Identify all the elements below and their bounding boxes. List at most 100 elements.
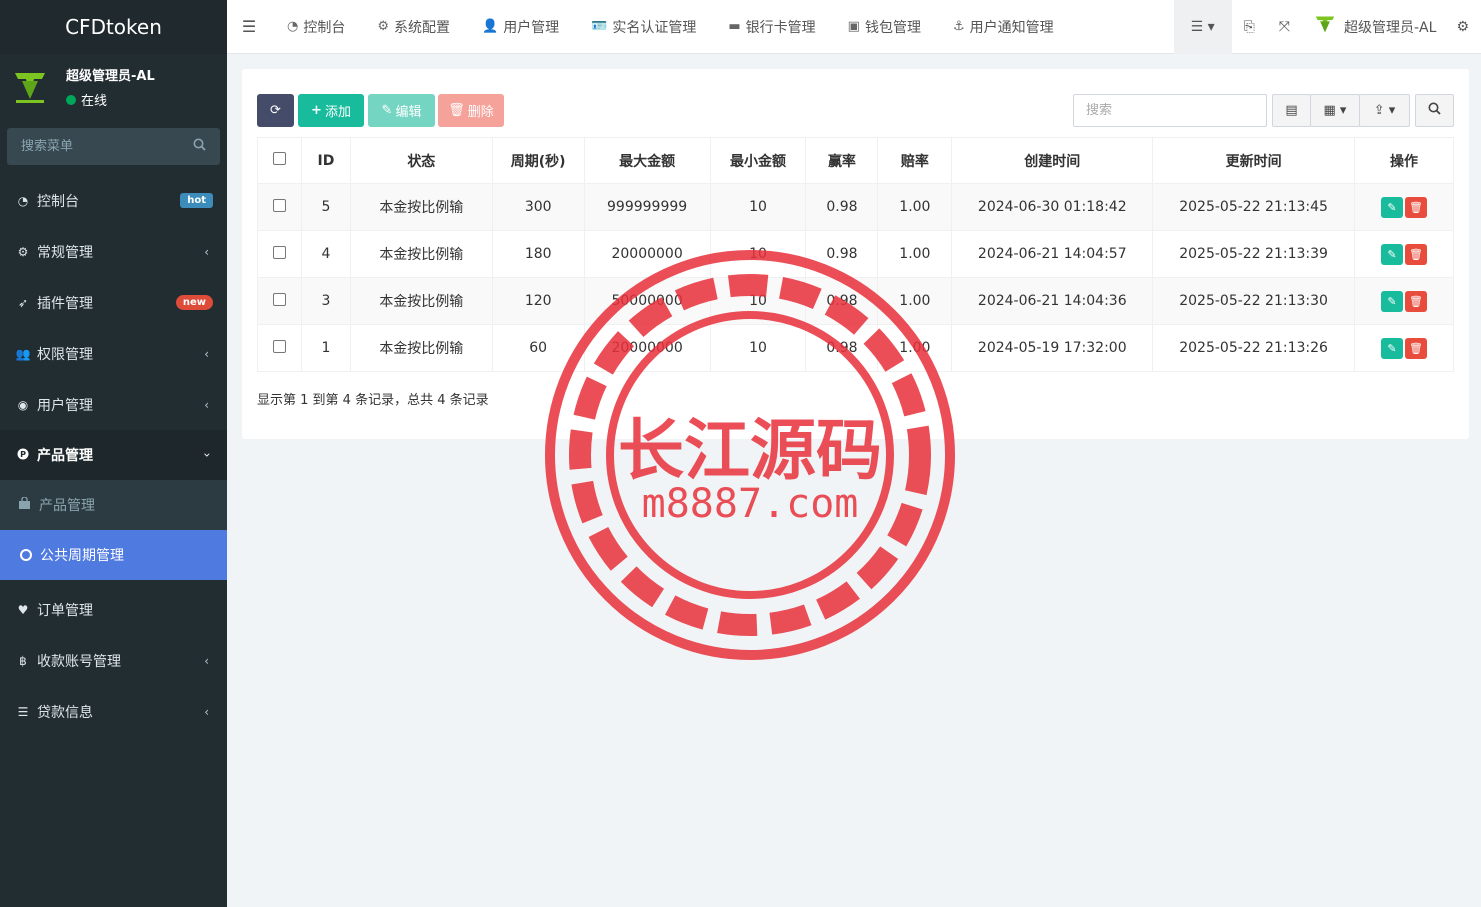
cell-actions: ✎ 🗑 <box>1354 230 1454 278</box>
cell-status: 本金按比例输 <box>349 277 493 325</box>
table-search[interactable] <box>1073 94 1267 127</box>
wallet-icon: ▣ <box>847 19 860 34</box>
row-checkbox[interactable] <box>272 198 286 212</box>
refresh-button[interactable]: ⟳ <box>257 94 294 127</box>
export-button[interactable]: ⇪ ▾ <box>1359 94 1410 127</box>
circle-icon <box>20 549 32 561</box>
table-row[interactable]: 5 本金按比例输 300 999999999 10 0.98 1.00 2024… <box>257 183 1454 231</box>
sidebar-item-general[interactable]: ⚙ 常规管理 ‹ <box>0 226 227 277</box>
data-table: ID 状态 周期(秒) 最大金额 最小金额 赢率 赔率 创建时间 更新时间 操作… <box>257 137 1454 372</box>
search-icon[interactable] <box>193 138 206 155</box>
delete-button[interactable]: 🗑 删除 <box>438 94 504 127</box>
tab-user-management[interactable]: 👤 用户管理 <box>466 0 575 54</box>
cell-min-amount: 10 <box>709 230 807 278</box>
multi-tab-menu-button[interactable]: ☰ ▾ <box>1173 0 1232 54</box>
cell-created-at: 2024-06-21 14:04:57 <box>951 230 1154 278</box>
edit-button[interactable]: ✎ 编辑 <box>368 94 435 127</box>
sidebar-item-dashboard[interactable]: ◔ 控制台 hot <box>0 175 227 226</box>
sidebar-item-products[interactable]: P 产品管理 ‹ <box>0 430 227 480</box>
row-delete-button[interactable]: 🗑 <box>1405 337 1427 359</box>
tab-dashboard[interactable]: ◔ 控制台 <box>271 0 361 54</box>
gear-icon: ⚙ <box>377 19 389 34</box>
admin-profile-button[interactable]: 超级管理员-AL <box>1302 0 1448 54</box>
col-win-rate[interactable]: 赢率 <box>805 137 879 184</box>
cell-id: 1 <box>300 324 351 372</box>
col-updated-at[interactable]: 更新时间 <box>1152 137 1355 184</box>
sidebar-item-permissions[interactable]: 👥 权限管理 ‹ <box>0 328 227 379</box>
chevron-left-icon: ‹ <box>204 244 209 259</box>
row-edit-button[interactable]: ✎ <box>1381 290 1403 312</box>
cell-min-amount: 10 <box>709 277 807 325</box>
row-edit-button[interactable]: ✎ <box>1381 337 1403 359</box>
cell-odds: 1.00 <box>877 230 953 278</box>
online-dot-icon <box>66 94 76 105</box>
cell-win-rate: 0.98 <box>805 277 879 325</box>
cell-min-amount: 10 <box>709 324 807 372</box>
sidebar-item-users[interactable]: ◉ 用户管理 ‹ <box>0 379 227 430</box>
col-status[interactable]: 状态 <box>349 137 493 184</box>
tab-real-name-auth[interactable]: 🪪 实名认证管理 <box>575 0 712 54</box>
top-navbar: ☰ ◔ 控制台 ⚙ 系统配置 👤 用户管理 🪪 实名认证管理 ▬ 银行卡管理 ▣ 钱包管理 … <box>227 0 1481 54</box>
select-all-checkbox-cell[interactable] <box>257 137 302 184</box>
col-id[interactable]: ID <box>300 137 351 184</box>
row-edit-button[interactable]: ✎ <box>1381 243 1403 265</box>
cell-odds: 1.00 <box>877 324 953 372</box>
settings-button[interactable]: ⚙ <box>1448 0 1481 54</box>
row-checkbox[interactable] <box>272 339 286 353</box>
cell-id: 3 <box>300 277 351 325</box>
cell-updated-at: 2025-05-22 21:13:45 <box>1152 183 1355 231</box>
add-button[interactable]: + 添加 <box>298 94 364 127</box>
menu-search[interactable] <box>7 128 220 165</box>
col-created-at[interactable]: 创建时间 <box>951 137 1154 184</box>
sidebar-item-loans[interactable]: ☰ 贷款信息 ‹ <box>0 686 227 737</box>
tab-user-notifications[interactable]: ⚓ 用户通知管理 <box>937 0 1070 54</box>
svg-text:P: P <box>20 450 26 459</box>
user-status: 在线 <box>66 90 155 109</box>
sidebar-toggle-icon[interactable]: ☰ <box>227 17 271 36</box>
select-all-checkbox[interactable] <box>272 152 286 165</box>
cell-odds: 1.00 <box>877 183 953 231</box>
cell-period: 120 <box>491 277 585 325</box>
sidebar-subitem-products[interactable]: 产品管理 <box>0 480 227 530</box>
tab-bank-cards[interactable]: ▬ 银行卡管理 <box>712 0 831 54</box>
search-toggle-button[interactable] <box>1415 94 1454 127</box>
row-delete-button[interactable]: 🗑 <box>1405 290 1427 312</box>
table-search-input[interactable] <box>1086 103 1256 118</box>
tab-wallets[interactable]: ▣ 钱包管理 <box>832 0 937 54</box>
row-delete-button[interactable]: 🗑 <box>1405 196 1427 218</box>
sidebar-item-plugins[interactable]: ➶ 插件管理 new <box>0 277 227 328</box>
table-row[interactable]: 4 本金按比例输 180 20000000 10 0.98 1.00 2024-… <box>257 230 1454 278</box>
table-row[interactable]: 3 本金按比例输 120 50000000 10 0.98 1.00 2024-… <box>257 277 1454 325</box>
sidebar-item-orders[interactable]: ♥ 订单管理 <box>0 584 227 635</box>
sidebar-item-accounts[interactable]: ฿ 收款账号管理 ‹ <box>0 635 227 686</box>
user-circle-icon: ◉ <box>17 397 29 412</box>
expand-icon: ⤧ <box>1278 19 1290 35</box>
sidebar-subitem-public-period[interactable]: 公共周期管理 <box>0 530 227 580</box>
id-card-icon: 🪪 <box>591 19 608 34</box>
cell-win-rate: 0.98 <box>805 324 879 372</box>
menu-search-input[interactable] <box>21 139 171 154</box>
credit-card-icon: ▬ <box>728 19 741 34</box>
col-max-amount[interactable]: 最大金额 <box>583 137 711 184</box>
table-row[interactable]: 1 本金按比例输 60 20000000 10 0.98 1.00 2024-0… <box>257 324 1454 372</box>
list-icon: ☰ ▾ <box>1190 19 1215 35</box>
cell-max-amount: 50000000 <box>583 277 711 325</box>
pencil-icon: ✎ <box>381 103 393 118</box>
toggle-view-button[interactable]: ▤ <box>1272 94 1311 127</box>
col-period[interactable]: 周期(秒) <box>491 137 585 184</box>
tab-system-config[interactable]: ⚙ 系统配置 <box>361 0 466 54</box>
row-checkbox[interactable] <box>272 245 286 259</box>
col-odds[interactable]: 赔率 <box>877 137 953 184</box>
cell-max-amount: 20000000 <box>583 230 711 278</box>
cell-status: 本金按比例输 <box>349 183 493 231</box>
brand-logo[interactable]: CFDtoken <box>0 0 227 54</box>
row-edit-button[interactable]: ✎ <box>1381 196 1403 218</box>
col-min-amount[interactable]: 最小金额 <box>709 137 807 184</box>
row-checkbox[interactable] <box>272 292 286 306</box>
clear-cache-button[interactable]: ⎘ <box>1232 0 1267 54</box>
dashboard-icon: ◔ <box>17 193 29 208</box>
fullscreen-button[interactable]: ⤧ <box>1267 0 1302 54</box>
row-delete-button[interactable]: 🗑 <box>1405 243 1427 265</box>
cell-min-amount: 10 <box>709 183 807 231</box>
columns-button[interactable]: ▦ ▾ <box>1310 94 1360 127</box>
